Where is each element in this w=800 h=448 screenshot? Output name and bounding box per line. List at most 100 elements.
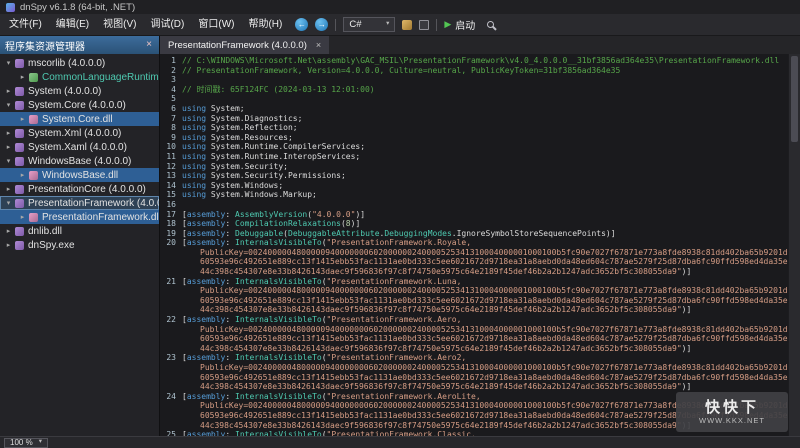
menu-item-window[interactable]: 窗口(W) xyxy=(191,14,241,35)
tree-item-commonlanguageruntimelibrary[interactable]: ▸ CommonLanguageRuntimeLibrary xyxy=(0,70,159,84)
chevron-down-icon[interactable]: ▾ xyxy=(3,200,14,207)
tree-item-label: System.Xaml (4.0.0.0) xyxy=(28,142,127,153)
assembly-explorer-header[interactable]: 程序集资源管理器 × xyxy=(0,36,159,54)
search-icon xyxy=(487,21,494,28)
code-line-18: 18[assembly: CompilationRelaxations(8)] xyxy=(162,219,788,229)
editor-area: PresentationFramework (4.0.0.0) × 1// C:… xyxy=(160,36,800,436)
chevron-right-icon[interactable]: ▸ xyxy=(17,74,28,81)
chevron-right-icon[interactable]: ▸ xyxy=(3,242,14,249)
code-view[interactable]: 1// C:\WINDOWS\Microsoft.Net\assembly\GA… xyxy=(160,54,800,436)
vertical-scrollbar[interactable] xyxy=(788,54,800,436)
assembly-icon xyxy=(15,199,24,208)
code-line-14: 14using System.Windows; xyxy=(162,181,788,191)
tab-presentationframework[interactable]: PresentationFramework (4.0.0.0) × xyxy=(160,36,329,54)
line-text: // PresentationFramework, Version=4.0.0.… xyxy=(182,66,788,76)
line-text: using System.Resources; xyxy=(182,133,788,143)
watermark: 快快下 WWW.KKX.NET xyxy=(676,392,788,432)
assembly-icon xyxy=(15,143,24,152)
menu-item-help[interactable]: 帮助(H) xyxy=(241,14,289,35)
window-title: dnSpy v6.1.8 (64-bit, .NET) xyxy=(20,2,135,13)
language-selector[interactable]: C# ▾ xyxy=(343,17,395,32)
chevron-right-icon[interactable]: ▸ xyxy=(17,172,28,179)
chevron-right-icon[interactable]: ▸ xyxy=(17,116,28,123)
tree-item-label: mscorlib (4.0.0.0) xyxy=(28,58,105,69)
menu-toolbar-row: 文件(F)编辑(E)视图(V)调试(D)窗口(W)帮助(H) ← → C# ▾ … xyxy=(0,14,800,36)
tree-item-dnspy.exe[interactable]: ▸dnSpy.exe xyxy=(0,238,159,252)
line-text: [assembly: InternalsVisibleTo("Presentat… xyxy=(182,353,788,391)
line-text: [assembly: Debuggable(DebuggableAttribut… xyxy=(182,229,788,239)
code-line-19: 19[assembly: Debuggable(DebuggableAttrib… xyxy=(162,229,788,239)
back-arrow-icon: ← xyxy=(298,21,306,29)
back-button[interactable]: ← xyxy=(295,18,308,31)
menu-item-debug[interactable]: 调试(D) xyxy=(143,14,191,35)
code-line-1: 1// C:\WINDOWS\Microsoft.Net\assembly\GA… xyxy=(162,56,788,66)
line-text: using System.Security; xyxy=(182,162,788,172)
main-area: 程序集资源管理器 × ▾mscorlib (4.0.0.0)▸CommonLan… xyxy=(0,36,800,436)
tree-item-presentationframework.dll[interactable]: ▸ PresentationFramework.dll xyxy=(0,210,159,224)
forward-button[interactable]: → xyxy=(315,18,328,31)
close-icon[interactable]: × xyxy=(144,40,154,50)
code-line-6: 6using System; xyxy=(162,104,788,114)
tab-label: PresentationFramework (4.0.0.0) xyxy=(168,40,307,51)
tree-item-presentationcore-4.0.0.0[interactable]: ▸PresentationCore (4.0.0.0) xyxy=(0,182,159,196)
fullscreen-button[interactable] xyxy=(419,20,429,30)
line-number: 2 xyxy=(162,66,182,76)
tree-item-label: System.Core.dll xyxy=(42,114,113,125)
tree-item-windowsbase.dll[interactable]: ▸ WindowsBase.dll xyxy=(0,168,159,182)
tree-item-label: System.Xml (4.0.0.0) xyxy=(28,128,121,139)
search-button[interactable] xyxy=(482,17,498,33)
chevron-right-icon[interactable]: ▸ xyxy=(3,186,14,193)
code-line-8: 8using System.Reflection; xyxy=(162,123,788,133)
code-line-3: 3 xyxy=(162,75,788,85)
chevron-right-icon[interactable]: ▸ xyxy=(3,130,14,137)
menu-bar: 文件(F)编辑(E)视图(V)调试(D)窗口(W)帮助(H) xyxy=(2,14,289,35)
tree-item-system.core-4.0.0.0[interactable]: ▾System.Core (4.0.0.0) xyxy=(0,98,159,112)
menu-item-view[interactable]: 视图(V) xyxy=(96,14,143,35)
zoom-value: 100 % xyxy=(10,439,33,447)
tree-item-system.core.dll[interactable]: ▸ System.Core.dll xyxy=(0,112,159,126)
assembly-icon xyxy=(15,101,24,110)
status-bar: 100 % ▾ xyxy=(0,436,800,448)
start-button[interactable]: ▶ 启动 xyxy=(444,17,475,32)
line-number: 17 xyxy=(162,210,182,220)
chevron-right-icon[interactable]: ▸ xyxy=(3,144,14,151)
line-text: [assembly: AssemblyVersion("4.0.0.0")] xyxy=(182,210,788,220)
menu-item-file[interactable]: 文件(F) xyxy=(2,14,49,35)
code-line-15: 15using System.Windows.Markup; xyxy=(162,190,788,200)
line-text xyxy=(182,94,788,104)
code-line-22: 22[assembly: InternalsVisibleTo("Present… xyxy=(162,315,788,353)
tree-item-label: PresentationFramework.dll xyxy=(42,212,159,223)
tree-item-mscorlib-4.0.0.0[interactable]: ▾ mscorlib (4.0.0.0) xyxy=(0,56,159,70)
line-number: 19 xyxy=(162,229,182,239)
assembly-icon xyxy=(15,185,24,194)
chevron-right-icon[interactable]: ▸ xyxy=(3,228,14,235)
chevron-right-icon[interactable]: ▸ xyxy=(3,88,14,95)
chevron-down-icon[interactable]: ▾ xyxy=(3,158,14,165)
tree-item-label: WindowsBase.dll xyxy=(42,170,118,181)
assembly-icon xyxy=(15,129,24,138)
chevron-right-icon[interactable]: ▸ xyxy=(17,214,28,221)
tree-item-system.xml-4.0.0.0[interactable]: ▸ System.Xml (4.0.0.0) xyxy=(0,126,159,140)
tree-item-system.xaml-4.0.0.0[interactable]: ▸ System.Xaml (4.0.0.0) xyxy=(0,140,159,154)
menu-item-edit[interactable]: 编辑(E) xyxy=(49,14,96,35)
code-line-11: 11using System.Runtime.InteropServices; xyxy=(162,152,788,162)
tree-item-system-4.0.0.0[interactable]: ▸System (4.0.0.0) xyxy=(0,84,159,98)
scrollbar-thumb[interactable] xyxy=(791,56,798,142)
line-number: 16 xyxy=(162,200,182,210)
language-selector-value: C# xyxy=(349,19,361,30)
chevron-down-icon[interactable]: ▾ xyxy=(3,60,14,67)
tree-item-windowsbase-4.0.0.0[interactable]: ▾WindowsBase (4.0.0.0) xyxy=(0,154,159,168)
line-number: 13 xyxy=(162,171,182,181)
assembly-tree: ▾mscorlib (4.0.0.0)▸CommonLanguageRuntim… xyxy=(0,54,159,436)
zoom-selector[interactable]: 100 % ▾ xyxy=(4,438,48,448)
line-number: 3 xyxy=(162,75,182,85)
chevron-down-icon[interactable]: ▾ xyxy=(3,102,14,109)
tree-item-presentationframework-4.0.0.0[interactable]: ▾PresentationFramework (4.0.0.0) xyxy=(0,196,159,210)
tree-item-label: CommonLanguageRuntimeLibrary xyxy=(42,72,159,83)
line-text: [assembly: InternalsVisibleTo("Presentat… xyxy=(182,238,788,276)
line-number: 24 xyxy=(162,392,182,430)
chevron-down-icon: ▾ xyxy=(39,439,42,446)
close-icon[interactable]: × xyxy=(316,41,321,50)
tree-item-dnlib.dll[interactable]: ▸dnlib.dll xyxy=(0,224,159,238)
word-wrap-button[interactable] xyxy=(402,20,412,30)
